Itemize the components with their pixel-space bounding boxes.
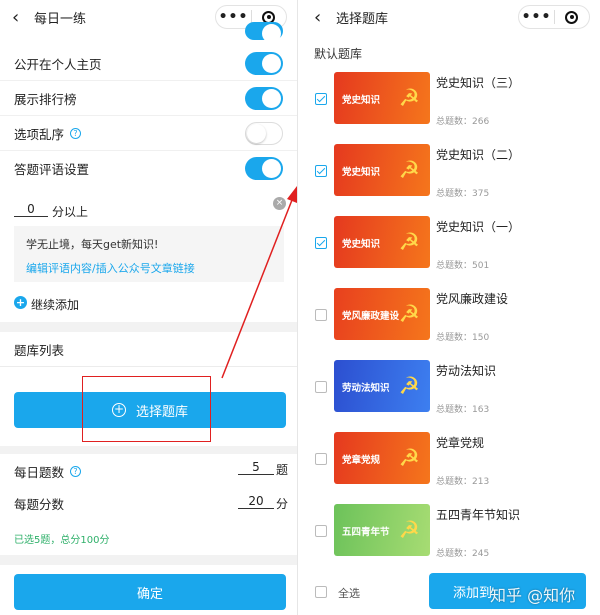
bank-checkbox[interactable] — [315, 237, 327, 249]
bank-checkbox[interactable] — [315, 309, 327, 321]
bank-thumbnail: 党史知识 ☭ — [334, 72, 430, 124]
bank-title: 党风廉政建设 — [436, 292, 509, 306]
bank-count: 总题数：213 — [436, 474, 489, 487]
count-value: 150 — [472, 333, 490, 343]
bank-item[interactable]: 党风廉政建设 ☭ 党风廉政建设 总题数：150 — [302, 286, 600, 348]
watermark: 知乎 @知你 — [490, 586, 576, 605]
emblem-icon: ☭ — [398, 444, 420, 472]
add-to-label: 添加到 — [453, 585, 493, 601]
bank-item[interactable]: 党史知识 ☭ 党史知识（二） 总题数：375 — [302, 142, 600, 204]
emblem-icon: ☭ — [398, 84, 420, 112]
count-value: 163 — [472, 405, 490, 415]
thumbnail-label: 劳动法知识 — [342, 383, 390, 394]
count-prefix: 总题数： — [436, 117, 473, 127]
bank-title: 五四青年节知识 — [436, 508, 521, 522]
select-bank-panel: ‹ 选择题库 ••• 默认题库 党史知识 ☭ 党史知识（三） 总题数：266 党史知识 ☭… — [302, 0, 600, 615]
bank-thumbnail: 党章党规 ☭ — [334, 432, 430, 484]
bank-checkbox[interactable] — [315, 525, 327, 537]
bank-title: 党史知识（二） — [436, 148, 521, 162]
count-prefix: 总题数： — [436, 333, 473, 343]
bank-count: 总题数：150 — [436, 330, 489, 343]
thumbnail-label: 五四青年节 — [342, 527, 390, 538]
count-value: 213 — [472, 477, 490, 487]
count-value: 266 — [472, 117, 490, 127]
emblem-icon: ☭ — [398, 372, 420, 400]
bank-count: 总题数：245 — [436, 546, 489, 559]
back-icon[interactable]: ‹ — [314, 7, 321, 28]
bank-thumbnail: 五四青年节 ☭ — [334, 504, 430, 556]
thumbnail-label: 党风廉政建设 — [342, 311, 400, 322]
bank-title: 党史知识（一） — [436, 220, 521, 234]
section-title: 默认题库 — [314, 47, 363, 61]
mini-program-capsule: ••• — [518, 5, 590, 29]
page-title: 选择题库 — [336, 12, 389, 27]
more-icon[interactable]: ••• — [519, 9, 554, 25]
bank-count: 总题数：501 — [436, 258, 489, 271]
count-value: 245 — [472, 549, 490, 559]
count-value: 501 — [472, 261, 490, 271]
arrow-line — [221, 199, 293, 379]
bank-thumbnail: 党史知识 ☭ — [334, 216, 430, 268]
emblem-icon: ☭ — [398, 516, 420, 544]
nav-bar: ‹ 选择题库 ••• — [302, 0, 600, 34]
count-prefix: 总题数： — [436, 405, 473, 415]
bank-title: 劳动法知识 — [436, 364, 497, 378]
bank-checkbox[interactable] — [315, 165, 327, 177]
bank-thumbnail: 党风廉政建设 ☭ — [334, 288, 430, 340]
thumbnail-label: 党史知识 — [342, 239, 381, 250]
count-prefix: 总题数： — [436, 189, 473, 199]
bank-title: 党史知识（三） — [436, 76, 521, 90]
count-value: 375 — [472, 189, 490, 199]
bank-checkbox[interactable] — [315, 453, 327, 465]
thumbnail-label: 党史知识 — [342, 167, 381, 178]
bank-checkbox[interactable] — [315, 381, 327, 393]
thumbnail-label: 党章党规 — [342, 455, 381, 466]
select-all-checkbox[interactable] — [315, 586, 327, 598]
arrow-head — [287, 186, 297, 203]
emblem-icon: ☭ — [398, 156, 420, 184]
bank-title: 党章党规 — [436, 436, 485, 450]
count-prefix: 总题数： — [436, 549, 473, 559]
bottom-bar: 全选 添加到 知乎 @知你 — [302, 564, 600, 615]
emblem-icon: ☭ — [398, 228, 420, 256]
bank-item[interactable]: 党史知识 ☭ 党史知识（三） 总题数：266 — [302, 70, 600, 132]
bank-count: 总题数：163 — [436, 402, 489, 415]
thumbnail-label: 党史知识 — [342, 95, 381, 106]
bank-thumbnail: 劳动法知识 ☭ — [334, 360, 430, 412]
bank-item[interactable]: 劳动法知识 ☭ 劳动法知识总题数：163 — [302, 358, 600, 420]
select-all-label: 全选 — [338, 587, 360, 600]
bank-count: 总题数：375 — [436, 186, 489, 199]
bank-count: 总题数：266 — [436, 114, 489, 127]
close-icon[interactable] — [555, 10, 589, 24]
count-prefix: 总题数： — [436, 477, 473, 487]
bank-item[interactable]: 党史知识 ☭ 党史知识（一） 总题数：501 — [302, 214, 600, 276]
bank-thumbnail: 党史知识 ☭ — [334, 144, 430, 196]
bank-item[interactable]: 党章党规 ☭ 党章党规总题数：213 — [302, 430, 600, 492]
count-prefix: 总题数： — [436, 261, 473, 271]
emblem-icon: ☭ — [398, 300, 420, 328]
bank-checkbox[interactable] — [315, 93, 327, 105]
bank-item[interactable]: 五四青年节 ☭ 五四青年节知识 总题数：245 — [302, 502, 600, 564]
